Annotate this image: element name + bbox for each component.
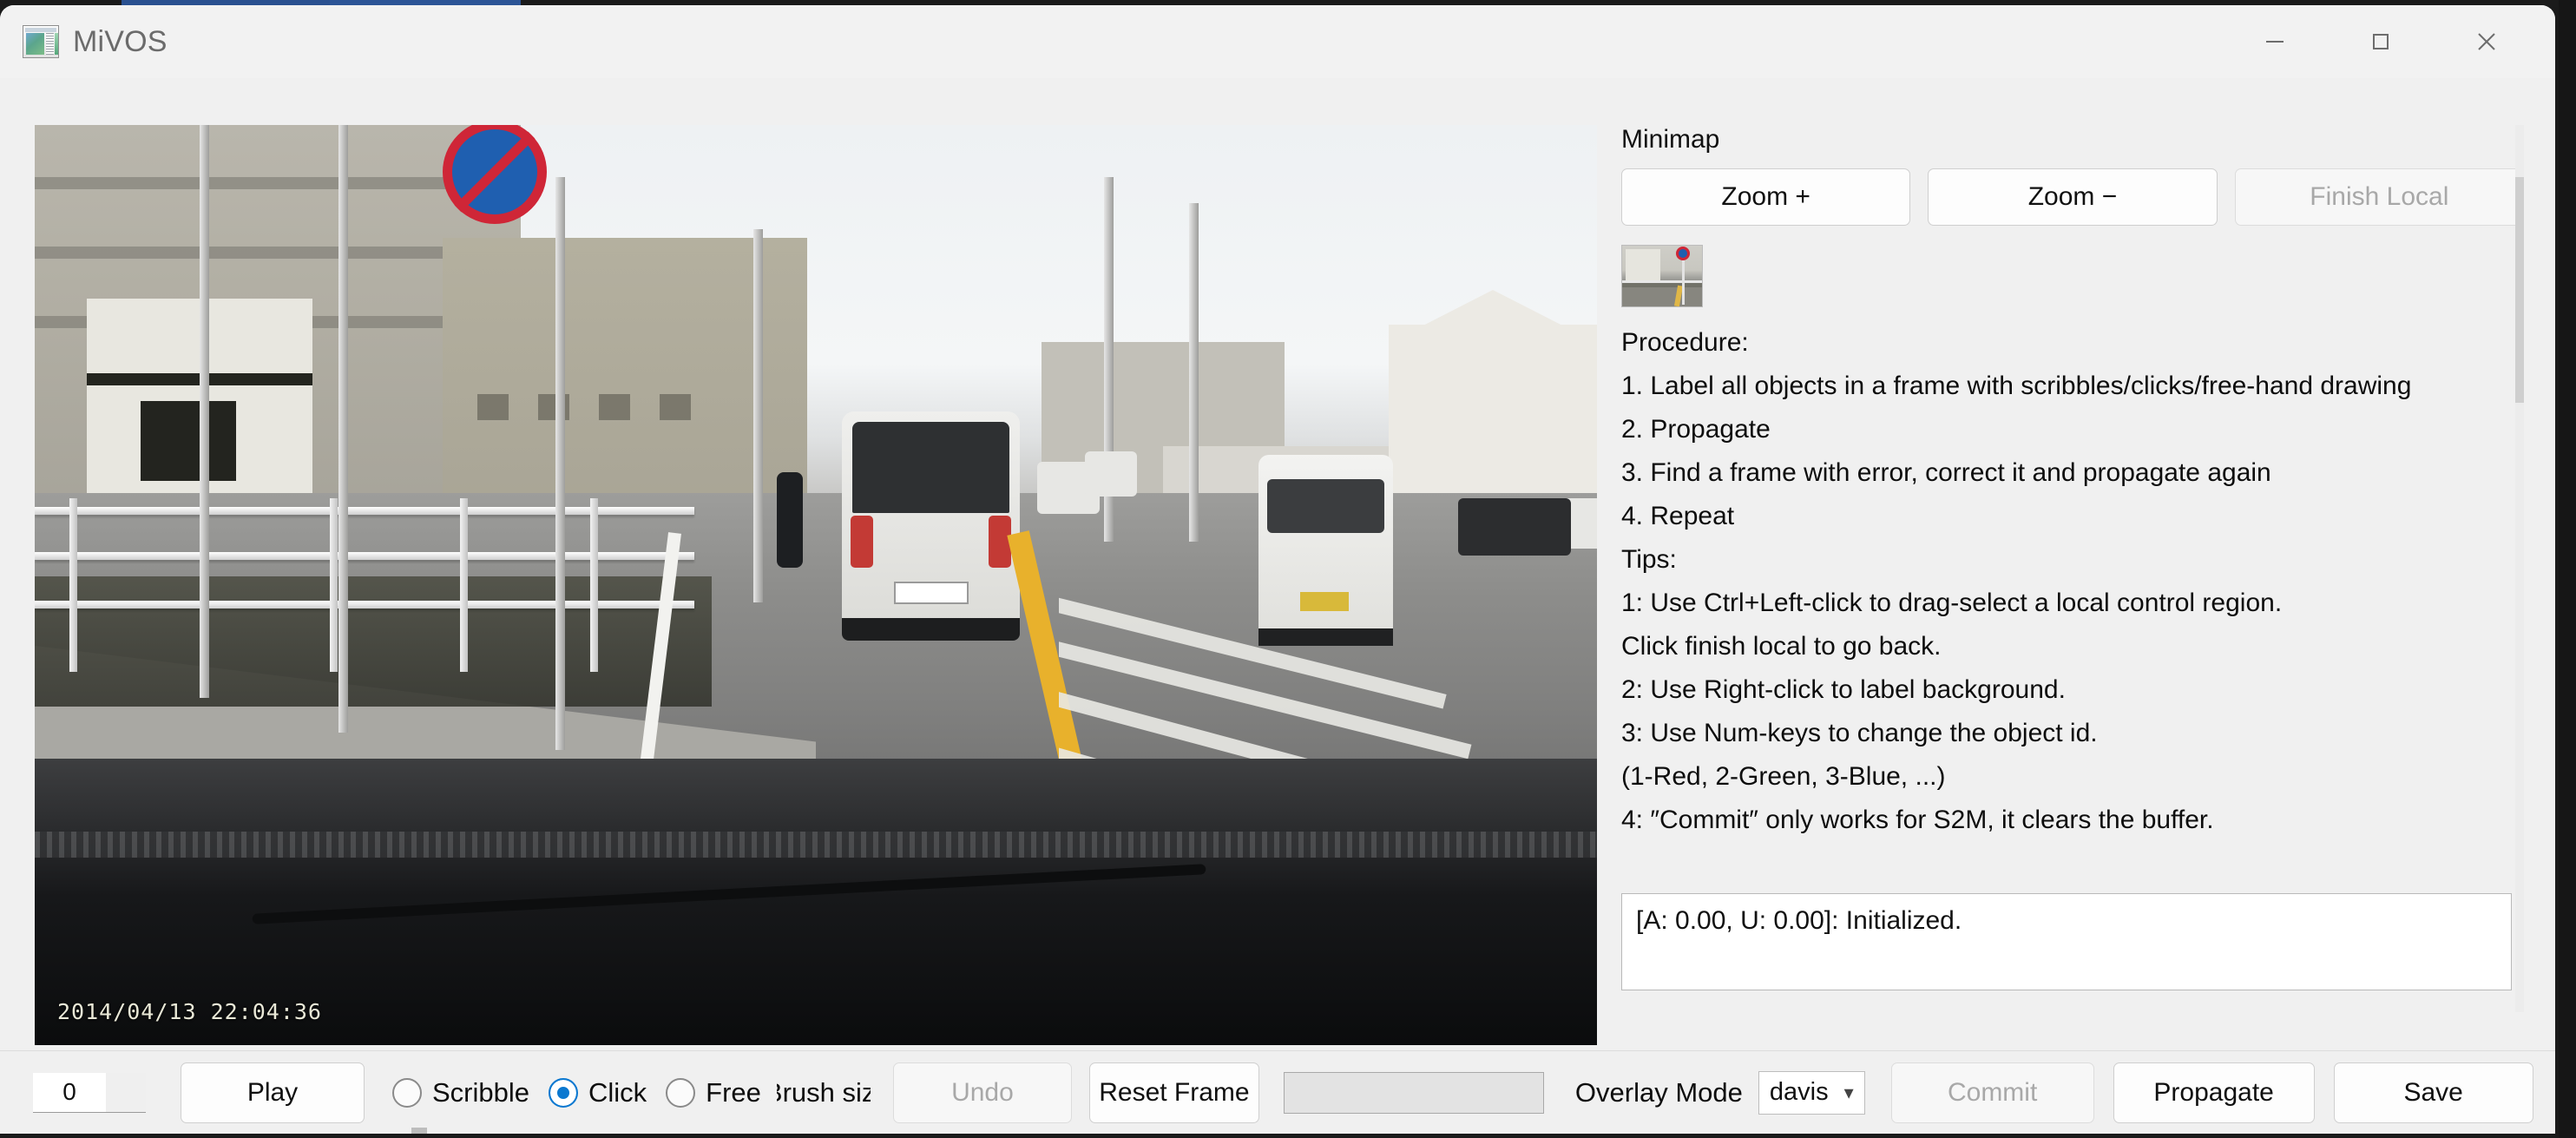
minimap-label: Minimap xyxy=(1621,125,2524,155)
vehicle-van-ahead xyxy=(842,411,1020,624)
radio-dot-icon xyxy=(549,1078,578,1108)
tip-line: Click finish local to go back. xyxy=(1621,634,2524,660)
title-bar: MiVOS xyxy=(0,5,2555,78)
right-panel-scrollbar[interactable] xyxy=(2515,125,2524,1012)
utility-pole-3 xyxy=(555,177,565,750)
windshield-wiper xyxy=(252,864,1206,924)
procedure-step: 2. Propagate xyxy=(1621,417,2524,443)
bottom-toolbar: 0 Play Scribble Click Free xyxy=(0,1050,2555,1134)
minimap-no-parking-sign-icon xyxy=(1676,247,1690,260)
zoom-out-button[interactable]: Zoom − xyxy=(1928,168,2217,226)
mivos-window: MiVOS xyxy=(0,5,2555,1134)
chevron-down-icon: ▾ xyxy=(1844,1082,1854,1104)
no-parking-sign-icon xyxy=(443,125,547,224)
reset-frame-button[interactable]: Reset Frame xyxy=(1089,1062,1259,1123)
progress-bar xyxy=(1284,1072,1544,1114)
propagate-button[interactable]: Propagate xyxy=(2113,1062,2315,1123)
window-controls xyxy=(2222,5,2540,78)
radio-scribble[interactable]: Scribble xyxy=(392,1077,543,1108)
motorcycle-rider xyxy=(777,472,803,568)
frame-number-field[interactable]: 0 xyxy=(33,1073,146,1113)
utility-pole-2 xyxy=(338,125,348,733)
tip-line: 2: Use Right-click to label background. xyxy=(1621,677,2524,703)
interaction-mode-group: Scribble Click Free Brush size xyxy=(392,1077,871,1108)
close-icon[interactable] xyxy=(2434,5,2540,78)
guardrail xyxy=(35,498,694,672)
commit-button[interactable]: Commit xyxy=(1891,1062,2094,1123)
tips-heading: Tips: xyxy=(1621,547,2524,573)
mivos-app-icon xyxy=(23,25,59,58)
radio-scribble-label: Scribble xyxy=(432,1077,529,1108)
tip-line: 3: Use Num-keys to change the object id. xyxy=(1621,720,2524,747)
frame-number-value: 0 xyxy=(33,1073,106,1112)
utility-pole-6 xyxy=(1189,203,1199,542)
brush-slider-handle xyxy=(411,1128,427,1135)
minimap-button-row: Zoom + Zoom − Finish Local xyxy=(1621,168,2524,226)
instructions: Procedure: 1. Label all objects in a fra… xyxy=(1621,330,2524,833)
play-button[interactable]: Play xyxy=(181,1062,365,1123)
radio-free[interactable]: Free xyxy=(666,1077,775,1108)
building-mid xyxy=(443,238,807,533)
overlay-mode-label: Overlay Mode xyxy=(1575,1077,1743,1108)
screen: MiVOS xyxy=(0,0,2576,1138)
radio-click[interactable]: Click xyxy=(549,1077,660,1108)
tip-line: 1: Use Ctrl+Left-click to drag-select a … xyxy=(1621,590,2524,616)
radio-dot-icon xyxy=(666,1078,695,1108)
status-log: [A: 0.00, U: 0.00]: Initialized. xyxy=(1621,893,2512,990)
window-title: MiVOS xyxy=(73,25,168,59)
maximize-icon[interactable] xyxy=(2328,5,2434,78)
finish-local-button[interactable]: Finish Local xyxy=(2235,168,2524,226)
brush-size-label: Brush size xyxy=(777,1077,871,1108)
radio-click-label: Click xyxy=(588,1077,647,1108)
right-panel: Minimap Zoom + Zoom − Finish Local Proce… xyxy=(1621,125,2524,1134)
radio-dot-icon xyxy=(392,1078,422,1108)
save-button[interactable]: Save xyxy=(2334,1062,2533,1123)
brush-size-slider[interactable] xyxy=(392,1128,1078,1135)
procedure-step: 1. Label all objects in a frame with scr… xyxy=(1621,373,2524,399)
video-timestamp-overlay: 2014/04/13 22:04:36 xyxy=(57,999,322,1024)
overlay-mode-value: davis xyxy=(1770,1078,1829,1107)
utility-pole-4 xyxy=(753,229,763,602)
vehicle-far-2 xyxy=(1085,451,1137,497)
overlay-mode-select[interactable]: davis ▾ xyxy=(1758,1071,1865,1115)
procedure-step: 4. Repeat xyxy=(1621,503,2524,530)
utility-pole-1 xyxy=(200,125,209,698)
main-content: 2014/04/13 22:04:36 Minimap Zoom + Zoom … xyxy=(0,78,2555,1134)
vehicle-parked-dark xyxy=(1458,498,1571,556)
undo-button[interactable]: Undo xyxy=(893,1062,1072,1123)
minimap-thumbnail[interactable] xyxy=(1621,245,1703,307)
minimize-icon[interactable] xyxy=(2222,5,2328,78)
desktop-background-right xyxy=(2559,0,2576,1138)
zoom-in-button[interactable]: Zoom + xyxy=(1621,168,1910,226)
video-canvas[interactable]: 2014/04/13 22:04:36 xyxy=(35,125,1597,1045)
tip-line: (1-Red, 2-Green, 3-Blue, ...) xyxy=(1621,764,2524,790)
radio-free-label: Free xyxy=(706,1077,761,1108)
procedure-heading: Procedure: xyxy=(1621,330,2524,356)
video-frame: 2014/04/13 22:04:36 xyxy=(35,125,1597,1045)
procedure-step: 3. Find a frame with error, correct it a… xyxy=(1621,460,2524,486)
tip-line: 4: ″Commit″ only works for S2M, it clear… xyxy=(1621,807,2524,833)
